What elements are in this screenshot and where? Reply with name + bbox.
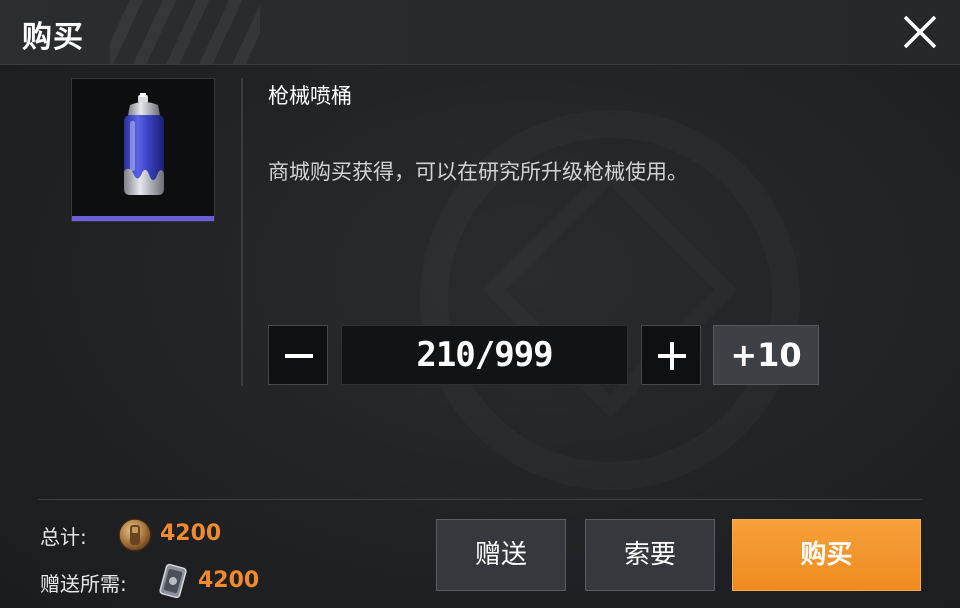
request-button[interactable]: 索要	[585, 519, 715, 591]
item-name: 枪械喷桶	[268, 84, 352, 108]
coin-icon	[118, 518, 152, 552]
quantity-display: 210/999	[341, 325, 628, 385]
minus-icon	[285, 354, 313, 358]
close-icon	[903, 15, 937, 49]
horizontal-divider	[38, 499, 922, 500]
spray-can-icon	[124, 93, 164, 195]
add-ten-button[interactable]: +10	[713, 325, 819, 385]
purchase-dialog: 购买 枪械喷桶 商城购买获得，可以在研究所升级枪械使用。 210/999 +10…	[0, 0, 960, 608]
total-value: 4200	[160, 521, 222, 546]
item-description: 商城购买获得，可以在研究所升级枪械使用。	[268, 160, 688, 184]
close-button[interactable]	[900, 12, 940, 52]
gift-requirement-value: 4200	[198, 568, 260, 593]
dialog-title: 购买	[22, 20, 84, 55]
increase-quantity-button[interactable]	[641, 325, 701, 385]
rarity-bar	[72, 216, 214, 221]
plus-icon	[658, 342, 686, 370]
dialog-header: 购买	[0, 0, 960, 65]
vertical-divider	[241, 78, 243, 386]
header-stripes	[110, 0, 260, 64]
total-label: 总计:	[40, 525, 87, 549]
item-icon-frame	[71, 78, 215, 222]
decrease-quantity-button[interactable]	[268, 325, 328, 385]
gift-requirement-label: 赠送所需:	[40, 572, 127, 596]
buy-button[interactable]: 购买	[732, 519, 921, 591]
gift-card-icon	[159, 563, 187, 599]
gift-button[interactable]: 赠送	[436, 519, 566, 591]
